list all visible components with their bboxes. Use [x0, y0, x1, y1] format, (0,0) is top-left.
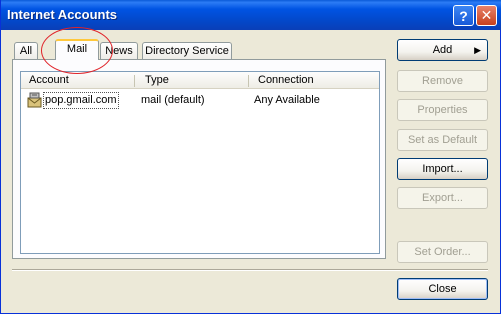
column-header-account[interactable]: Account: [29, 74, 69, 86]
account-type: mail (default): [141, 94, 205, 106]
set-as-default-button[interactable]: Set as Default: [397, 129, 488, 151]
title-bar[interactable]: Internet Accounts ? ✕: [1, 0, 501, 30]
column-header-type[interactable]: Type: [145, 74, 169, 86]
close-window-button[interactable]: ✕: [476, 5, 497, 26]
help-button[interactable]: ?: [453, 5, 474, 26]
tab-mail[interactable]: Mail: [55, 39, 99, 60]
set-order-button[interactable]: Set Order...: [397, 241, 488, 263]
add-button-label: Add: [432, 44, 453, 56]
table-row[interactable]: pop.gmail.com mail (default) Any Availab…: [23, 92, 377, 109]
tab-directory-service[interactable]: Directory Service: [142, 42, 232, 60]
column-separator[interactable]: [134, 75, 135, 87]
mail-account-icon: [27, 92, 43, 108]
close-button[interactable]: Close: [397, 278, 488, 300]
list-header: Account Type Connection: [21, 72, 379, 89]
arrow-right-icon: ▶: [474, 45, 481, 55]
accounts-list[interactable]: Account Type Connection pop.gmail.com ma…: [20, 71, 380, 254]
properties-button[interactable]: Properties: [397, 99, 488, 121]
internet-accounts-window: Internet Accounts ? ✕ All Mail News Dire…: [0, 0, 501, 314]
account-connection: Any Available: [254, 94, 320, 106]
export-button[interactable]: Export...: [397, 187, 488, 209]
tab-news[interactable]: News: [100, 42, 138, 60]
column-header-connection[interactable]: Connection: [258, 74, 314, 86]
remove-button[interactable]: Remove: [397, 70, 488, 92]
account-name: pop.gmail.com: [43, 92, 119, 109]
import-button[interactable]: Import...: [397, 158, 488, 180]
window-title: Internet Accounts: [7, 7, 118, 22]
column-separator[interactable]: [248, 75, 249, 87]
add-button[interactable]: Add ▶: [397, 39, 488, 61]
divider: [12, 269, 488, 271]
tab-all[interactable]: All: [14, 42, 38, 60]
